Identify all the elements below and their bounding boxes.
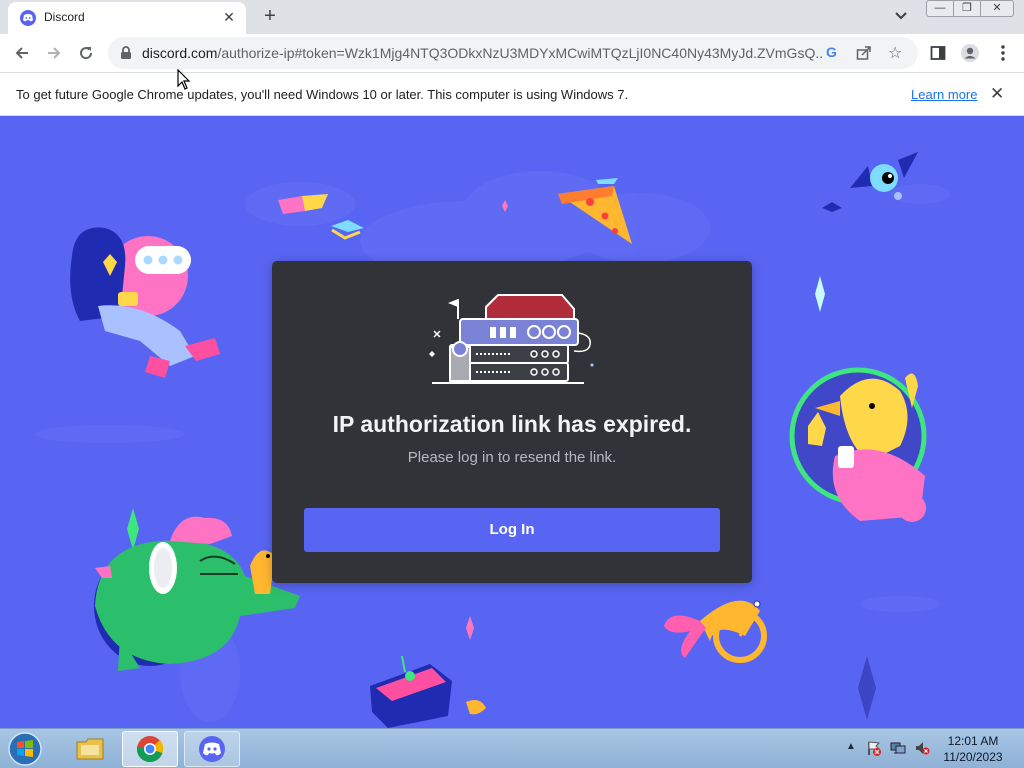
url-text[interactable]: discord.com/authorize-ip#token=Wzk1Mjg4N… <box>142 45 822 61</box>
tab-strip: Discord ✕ + — ❐ ✕ <box>0 0 1024 34</box>
action-center-flag-icon[interactable] <box>866 740 882 756</box>
discord-page: IP authorization link has expired. Pleas… <box>0 116 1024 728</box>
side-panel-icon[interactable] <box>925 40 951 66</box>
file-explorer-icon[interactable] <box>62 731 118 767</box>
log-in-button[interactable]: Log In <box>304 508 720 552</box>
volume-muted-icon[interactable] <box>914 740 930 756</box>
reload-icon[interactable] <box>73 40 99 66</box>
windows-start-icon[interactable] <box>4 730 46 768</box>
lock-icon[interactable] <box>120 46 132 65</box>
update-infobar: To get future Google Chrome updates, you… <box>0 72 1024 116</box>
window-minimize-button[interactable]: — <box>926 0 954 17</box>
discord-favicon <box>20 10 36 26</box>
url-path: /authorize-ip#token=Wzk1Mjg4NTQ3ODkxNzU3… <box>217 45 822 61</box>
tab-title: Discord <box>44 10 85 24</box>
forward-arrow-icon[interactable] <box>41 40 67 66</box>
discord-icon[interactable] <box>184 731 240 767</box>
tab-search-chevron-icon[interactable] <box>894 8 914 26</box>
infobar-close-icon[interactable]: ✕ <box>990 84 1004 104</box>
green-monster-illustration <box>94 516 300 671</box>
duck-portrait-illustration <box>789 367 927 522</box>
profile-icon[interactable] <box>957 40 983 66</box>
new-tab-button[interactable]: + <box>258 5 282 29</box>
url-host: discord.com <box>142 45 218 61</box>
reading-kid-illustration <box>70 227 220 378</box>
windows-taskbar: ▲ 12:01 AM 11/20/2023 <box>0 728 1024 768</box>
star-icon[interactable]: ☆ <box>888 43 902 63</box>
clock-date: 11/20/2023 <box>943 750 1003 764</box>
clock-time: 12:01 AM <box>947 734 999 748</box>
mouse-cursor-icon <box>177 69 191 90</box>
expired-heading: IP authorization link has expired. <box>332 411 692 437</box>
expired-link-card: IP authorization link has expired. Pleas… <box>272 261 752 583</box>
window-close-button[interactable]: ✕ <box>980 0 1014 17</box>
server-house-icon <box>429 294 594 384</box>
tab-discord[interactable]: Discord ✕ <box>8 2 246 34</box>
tab-close-icon[interactable]: ✕ <box>220 8 238 26</box>
share-icon[interactable] <box>856 45 872 66</box>
system-clock[interactable]: 12:01 AM 11/20/2023 <box>930 733 1016 765</box>
resend-subtext: Please log in to resend the link. <box>407 449 617 466</box>
horn-tongue-illustration <box>664 600 767 663</box>
chrome-icon[interactable] <box>122 731 178 767</box>
network-icon[interactable] <box>890 740 906 756</box>
back-arrow-icon[interactable] <box>9 40 35 66</box>
eyeball-bat-illustration <box>822 152 918 212</box>
window-maximize-button[interactable]: ❐ <box>953 0 981 17</box>
google-icon[interactable]: G <box>826 44 837 60</box>
learn-more-link[interactable]: Learn more <box>911 87 977 102</box>
menu-dots-icon[interactable] <box>990 40 1016 66</box>
address-bar[interactable]: discord.com/authorize-ip#token=Wzk1Mjg4N… <box>108 37 918 69</box>
browser-toolbar: discord.com/authorize-ip#token=Wzk1Mjg4N… <box>0 34 1024 72</box>
tray-expand-icon[interactable]: ▲ <box>846 741 856 752</box>
infobar-message: To get future Google Chrome updates, you… <box>16 87 629 102</box>
game-console-illustration <box>370 655 486 728</box>
